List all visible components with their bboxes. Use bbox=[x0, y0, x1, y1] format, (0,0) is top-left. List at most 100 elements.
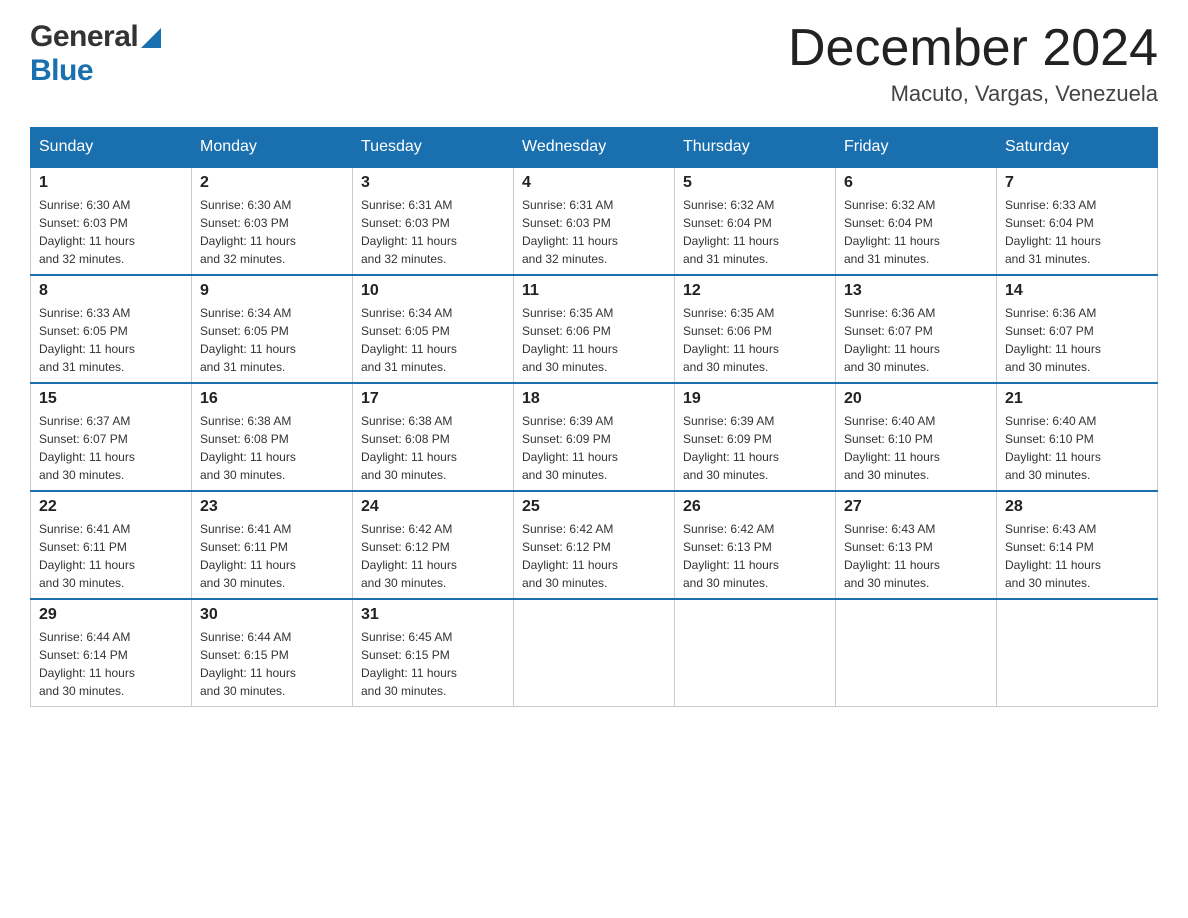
day-info: Sunrise: 6:41 AM Sunset: 6:11 PM Dayligh… bbox=[39, 520, 183, 592]
day-info: Sunrise: 6:41 AM Sunset: 6:11 PM Dayligh… bbox=[200, 520, 344, 592]
col-wednesday: Wednesday bbox=[514, 128, 675, 168]
table-row: 7 Sunrise: 6:33 AM Sunset: 6:04 PM Dayli… bbox=[997, 167, 1158, 275]
table-row: 31 Sunrise: 6:45 AM Sunset: 6:15 PM Dayl… bbox=[353, 599, 514, 707]
month-title: December 2024 bbox=[788, 20, 1158, 77]
day-info: Sunrise: 6:33 AM Sunset: 6:05 PM Dayligh… bbox=[39, 304, 183, 376]
day-info: Sunrise: 6:38 AM Sunset: 6:08 PM Dayligh… bbox=[200, 412, 344, 484]
day-number: 15 bbox=[39, 390, 183, 408]
day-number: 21 bbox=[1005, 390, 1149, 408]
day-number: 29 bbox=[39, 606, 183, 624]
day-number: 17 bbox=[361, 390, 505, 408]
table-row: 6 Sunrise: 6:32 AM Sunset: 6:04 PM Dayli… bbox=[836, 167, 997, 275]
day-info: Sunrise: 6:39 AM Sunset: 6:09 PM Dayligh… bbox=[683, 412, 827, 484]
day-info: Sunrise: 6:32 AM Sunset: 6:04 PM Dayligh… bbox=[844, 196, 988, 268]
title-section: December 2024 Macuto, Vargas, Venezuela bbox=[788, 20, 1158, 107]
table-row bbox=[997, 599, 1158, 707]
table-row bbox=[675, 599, 836, 707]
day-number: 14 bbox=[1005, 282, 1149, 300]
day-number: 13 bbox=[844, 282, 988, 300]
day-info: Sunrise: 6:44 AM Sunset: 6:15 PM Dayligh… bbox=[200, 628, 344, 700]
calendar-week-row: 29 Sunrise: 6:44 AM Sunset: 6:14 PM Dayl… bbox=[31, 599, 1158, 707]
day-info: Sunrise: 6:33 AM Sunset: 6:04 PM Dayligh… bbox=[1005, 196, 1149, 268]
day-info: Sunrise: 6:32 AM Sunset: 6:04 PM Dayligh… bbox=[683, 196, 827, 268]
table-row: 14 Sunrise: 6:36 AM Sunset: 6:07 PM Dayl… bbox=[997, 275, 1158, 383]
table-row: 1 Sunrise: 6:30 AM Sunset: 6:03 PM Dayli… bbox=[31, 167, 192, 275]
day-number: 20 bbox=[844, 390, 988, 408]
day-number: 22 bbox=[39, 498, 183, 516]
logo-blue: Blue bbox=[30, 54, 93, 88]
day-number: 30 bbox=[200, 606, 344, 624]
day-number: 11 bbox=[522, 282, 666, 300]
table-row: 12 Sunrise: 6:35 AM Sunset: 6:06 PM Dayl… bbox=[675, 275, 836, 383]
day-number: 7 bbox=[1005, 174, 1149, 192]
logo: General Blue bbox=[30, 20, 161, 88]
table-row: 22 Sunrise: 6:41 AM Sunset: 6:11 PM Dayl… bbox=[31, 491, 192, 599]
table-row: 9 Sunrise: 6:34 AM Sunset: 6:05 PM Dayli… bbox=[192, 275, 353, 383]
day-number: 23 bbox=[200, 498, 344, 516]
day-info: Sunrise: 6:30 AM Sunset: 6:03 PM Dayligh… bbox=[200, 196, 344, 268]
table-row: 28 Sunrise: 6:43 AM Sunset: 6:14 PM Dayl… bbox=[997, 491, 1158, 599]
day-info: Sunrise: 6:39 AM Sunset: 6:09 PM Dayligh… bbox=[522, 412, 666, 484]
day-info: Sunrise: 6:40 AM Sunset: 6:10 PM Dayligh… bbox=[1005, 412, 1149, 484]
day-info: Sunrise: 6:30 AM Sunset: 6:03 PM Dayligh… bbox=[39, 196, 183, 268]
col-thursday: Thursday bbox=[675, 128, 836, 168]
table-row: 11 Sunrise: 6:35 AM Sunset: 6:06 PM Dayl… bbox=[514, 275, 675, 383]
table-row: 2 Sunrise: 6:30 AM Sunset: 6:03 PM Dayli… bbox=[192, 167, 353, 275]
day-info: Sunrise: 6:34 AM Sunset: 6:05 PM Dayligh… bbox=[361, 304, 505, 376]
table-row: 21 Sunrise: 6:40 AM Sunset: 6:10 PM Dayl… bbox=[997, 383, 1158, 491]
col-sunday: Sunday bbox=[31, 128, 192, 168]
location-title: Macuto, Vargas, Venezuela bbox=[788, 81, 1158, 107]
table-row: 25 Sunrise: 6:42 AM Sunset: 6:12 PM Dayl… bbox=[514, 491, 675, 599]
day-info: Sunrise: 6:36 AM Sunset: 6:07 PM Dayligh… bbox=[1005, 304, 1149, 376]
table-row: 24 Sunrise: 6:42 AM Sunset: 6:12 PM Dayl… bbox=[353, 491, 514, 599]
day-info: Sunrise: 6:43 AM Sunset: 6:13 PM Dayligh… bbox=[844, 520, 988, 592]
table-row: 13 Sunrise: 6:36 AM Sunset: 6:07 PM Dayl… bbox=[836, 275, 997, 383]
day-number: 19 bbox=[683, 390, 827, 408]
day-info: Sunrise: 6:44 AM Sunset: 6:14 PM Dayligh… bbox=[39, 628, 183, 700]
table-row: 10 Sunrise: 6:34 AM Sunset: 6:05 PM Dayl… bbox=[353, 275, 514, 383]
day-info: Sunrise: 6:43 AM Sunset: 6:14 PM Dayligh… bbox=[1005, 520, 1149, 592]
table-row: 5 Sunrise: 6:32 AM Sunset: 6:04 PM Dayli… bbox=[675, 167, 836, 275]
page-header: General Blue December 2024 Macuto, Varga… bbox=[30, 20, 1158, 107]
calendar-week-row: 15 Sunrise: 6:37 AM Sunset: 6:07 PM Dayl… bbox=[31, 383, 1158, 491]
day-number: 2 bbox=[200, 174, 344, 192]
table-row: 8 Sunrise: 6:33 AM Sunset: 6:05 PM Dayli… bbox=[31, 275, 192, 383]
day-info: Sunrise: 6:37 AM Sunset: 6:07 PM Dayligh… bbox=[39, 412, 183, 484]
table-row: 16 Sunrise: 6:38 AM Sunset: 6:08 PM Dayl… bbox=[192, 383, 353, 491]
day-info: Sunrise: 6:38 AM Sunset: 6:08 PM Dayligh… bbox=[361, 412, 505, 484]
table-row: 30 Sunrise: 6:44 AM Sunset: 6:15 PM Dayl… bbox=[192, 599, 353, 707]
day-number: 24 bbox=[361, 498, 505, 516]
logo-triangle-icon bbox=[141, 28, 161, 48]
day-info: Sunrise: 6:42 AM Sunset: 6:12 PM Dayligh… bbox=[522, 520, 666, 592]
day-number: 1 bbox=[39, 174, 183, 192]
col-tuesday: Tuesday bbox=[353, 128, 514, 168]
calendar-week-row: 8 Sunrise: 6:33 AM Sunset: 6:05 PM Dayli… bbox=[31, 275, 1158, 383]
day-number: 10 bbox=[361, 282, 505, 300]
table-row: 3 Sunrise: 6:31 AM Sunset: 6:03 PM Dayli… bbox=[353, 167, 514, 275]
day-number: 8 bbox=[39, 282, 183, 300]
day-number: 26 bbox=[683, 498, 827, 516]
day-number: 31 bbox=[361, 606, 505, 624]
day-number: 5 bbox=[683, 174, 827, 192]
day-info: Sunrise: 6:34 AM Sunset: 6:05 PM Dayligh… bbox=[200, 304, 344, 376]
day-number: 25 bbox=[522, 498, 666, 516]
day-number: 9 bbox=[200, 282, 344, 300]
day-info: Sunrise: 6:31 AM Sunset: 6:03 PM Dayligh… bbox=[522, 196, 666, 268]
table-row: 19 Sunrise: 6:39 AM Sunset: 6:09 PM Dayl… bbox=[675, 383, 836, 491]
table-row: 23 Sunrise: 6:41 AM Sunset: 6:11 PM Dayl… bbox=[192, 491, 353, 599]
table-row: 26 Sunrise: 6:42 AM Sunset: 6:13 PM Dayl… bbox=[675, 491, 836, 599]
calendar-header-row: Sunday Monday Tuesday Wednesday Thursday… bbox=[31, 128, 1158, 168]
day-number: 12 bbox=[683, 282, 827, 300]
calendar-table: Sunday Monday Tuesday Wednesday Thursday… bbox=[30, 127, 1158, 707]
day-number: 16 bbox=[200, 390, 344, 408]
col-friday: Friday bbox=[836, 128, 997, 168]
table-row: 18 Sunrise: 6:39 AM Sunset: 6:09 PM Dayl… bbox=[514, 383, 675, 491]
col-saturday: Saturday bbox=[997, 128, 1158, 168]
day-info: Sunrise: 6:35 AM Sunset: 6:06 PM Dayligh… bbox=[522, 304, 666, 376]
day-info: Sunrise: 6:35 AM Sunset: 6:06 PM Dayligh… bbox=[683, 304, 827, 376]
calendar-week-row: 22 Sunrise: 6:41 AM Sunset: 6:11 PM Dayl… bbox=[31, 491, 1158, 599]
day-number: 18 bbox=[522, 390, 666, 408]
table-row: 4 Sunrise: 6:31 AM Sunset: 6:03 PM Dayli… bbox=[514, 167, 675, 275]
day-number: 4 bbox=[522, 174, 666, 192]
table-row bbox=[836, 599, 997, 707]
